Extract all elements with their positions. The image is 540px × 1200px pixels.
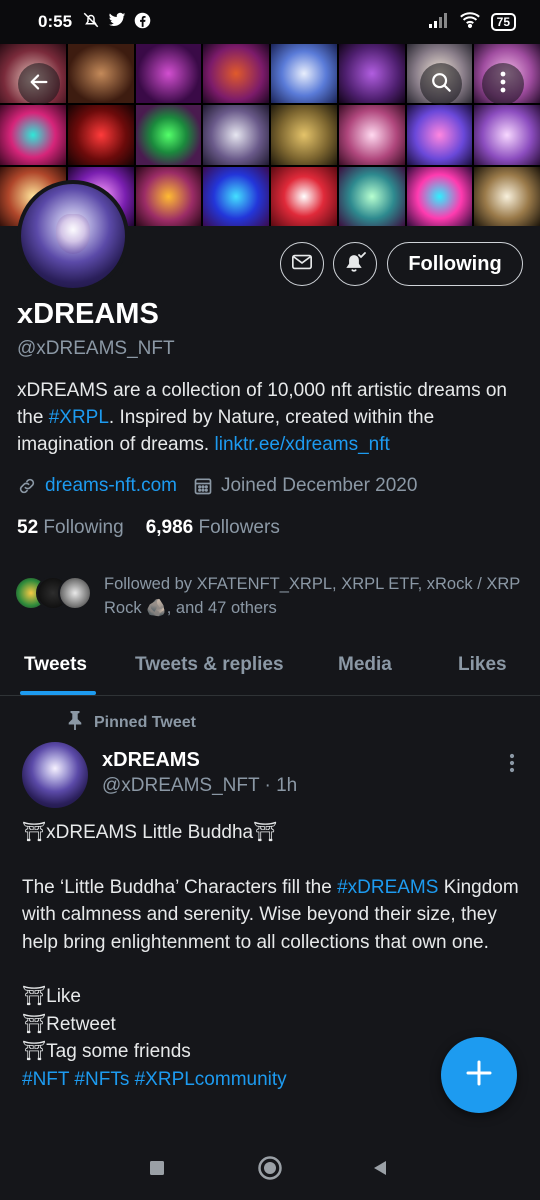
circle-icon — [257, 1155, 283, 1186]
banner-tile — [0, 105, 66, 165]
more-options-button[interactable] — [482, 63, 524, 105]
active-tab-indicator — [20, 691, 96, 695]
notifications-button[interactable] — [333, 242, 377, 286]
message-button[interactable] — [280, 242, 324, 286]
pin-icon — [66, 710, 84, 735]
banner-tile — [406, 166, 473, 226]
following-label: Following — [43, 517, 124, 538]
banner-tile — [406, 105, 473, 165]
bio-hashtag-link[interactable]: #XRPL — [49, 407, 109, 428]
followed-by-section[interactable]: Followed by XFATENFT_XRPL, XRPL ETF, xRo… — [14, 572, 534, 620]
tab-tweets[interactable]: Tweets — [24, 654, 87, 676]
following-count: 52 — [17, 517, 39, 538]
followed-by-text: Followed by XFATENFT_XRPL, XRPL ETF, xRo… — [104, 575, 520, 617]
profile-handle: @xDREAMS_NFT — [17, 338, 175, 359]
status-time: 0:55 — [38, 12, 73, 31]
signal-icon — [428, 12, 449, 33]
followers-stat[interactable]: 6,986 Followers — [146, 517, 280, 539]
more-vertical-icon — [509, 753, 515, 778]
status-bar: 0:55 75 — [0, 0, 540, 44]
tab-tweets-and-replies[interactable]: Tweets & replies — [135, 654, 284, 676]
banner-tile — [67, 105, 134, 165]
link-icon — [17, 476, 37, 496]
banner-tile — [67, 44, 134, 104]
banner-tile — [203, 166, 269, 226]
following-stat[interactable]: 52 Following — [17, 517, 124, 539]
status-right: 75 — [428, 11, 516, 33]
search-icon — [430, 71, 452, 98]
square-icon — [149, 1160, 165, 1181]
compose-tweet-button[interactable] — [441, 1037, 517, 1113]
tab-media[interactable]: Media — [338, 654, 392, 676]
banner-tile — [474, 105, 540, 165]
battery-icon: 75 — [490, 13, 516, 31]
pinned-label: Pinned Tweet — [66, 710, 196, 735]
follow-stats: 52 Following 6,986 Followers — [17, 517, 280, 539]
calendar-icon — [193, 476, 213, 496]
banner-tile — [338, 44, 405, 104]
tweet-author-name[interactable]: xDREAMS — [102, 749, 200, 772]
banner-tile — [271, 44, 337, 104]
profile-avatar[interactable] — [17, 180, 129, 292]
website-item[interactable]: dreams-nft.com — [17, 475, 177, 497]
tweet-paragraph: The ‘Little Buddha’ Characters fill the … — [22, 874, 527, 957]
arrow-left-icon — [28, 71, 50, 98]
tweet-text: The ‘Little Buddha’ Characters fill the — [22, 876, 338, 898]
banner-tile — [203, 105, 269, 165]
bio-url-link[interactable]: linktr.ee/xdreams_nft — [215, 434, 390, 455]
home-button[interactable] — [254, 1154, 286, 1186]
banner-tile — [135, 44, 202, 104]
banner-tile — [271, 105, 337, 165]
search-button[interactable] — [420, 63, 462, 105]
joined-item: Joined December 2020 — [193, 475, 417, 497]
profile-tabs: Tweets Tweets & replies Media Likes — [0, 640, 540, 696]
more-vertical-icon — [500, 71, 506, 98]
banner-tile — [338, 166, 405, 226]
triangle-back-icon — [371, 1159, 389, 1182]
followed-by-avatars — [14, 576, 92, 610]
facebook-icon — [134, 12, 151, 33]
tweet-author-avatar[interactable] — [22, 742, 88, 808]
back-button[interactable] — [18, 63, 60, 105]
recents-button[interactable] — [141, 1154, 173, 1186]
profile-display-name: xDREAMS — [17, 298, 159, 330]
profile-meta: dreams-nft.com Joined December 2020 — [17, 475, 433, 497]
tweet-more-button[interactable] — [498, 752, 526, 778]
following-button[interactable]: Following — [387, 242, 523, 286]
twitter-icon — [108, 12, 126, 32]
banner-tile — [203, 44, 269, 104]
plus-icon — [465, 1059, 493, 1092]
profile-bio: xDREAMS are a collection of 10,000 nft a… — [17, 377, 532, 458]
wifi-icon — [459, 11, 481, 33]
nav-back-button[interactable] — [364, 1154, 396, 1186]
banner-tile — [474, 166, 540, 226]
tab-likes[interactable]: Likes — [458, 654, 507, 676]
joined-date: Joined December 2020 — [220, 475, 418, 496]
tweet-title: ⛩xDREAMS Little Buddha⛩ — [22, 822, 278, 843]
system-nav-bar — [0, 1140, 540, 1200]
tweet-cta-retweet: ⛩Retweet — [22, 1013, 116, 1035]
tweet-hashtag-link[interactable]: #xDREAMS — [337, 877, 438, 898]
avatar — [58, 576, 92, 610]
tweet-cta-like: ⛩Like — [22, 986, 81, 1007]
pinned-text: Pinned Tweet — [94, 713, 196, 731]
tweet-author-handle-time: @xDREAMS_NFT · 1h — [102, 775, 298, 796]
followers-count: 6,986 — [145, 517, 194, 538]
banner-tile — [338, 105, 405, 165]
bell-check-icon — [343, 250, 367, 279]
banner-tile — [135, 105, 202, 165]
followers-label: Followers — [198, 517, 280, 538]
envelope-icon — [291, 253, 313, 276]
website-link[interactable]: dreams-nft.com — [45, 475, 177, 497]
mute-bell-icon — [82, 11, 100, 33]
banner-tile — [135, 166, 202, 226]
banner-tile — [271, 166, 337, 226]
status-notification-icons — [82, 11, 151, 33]
